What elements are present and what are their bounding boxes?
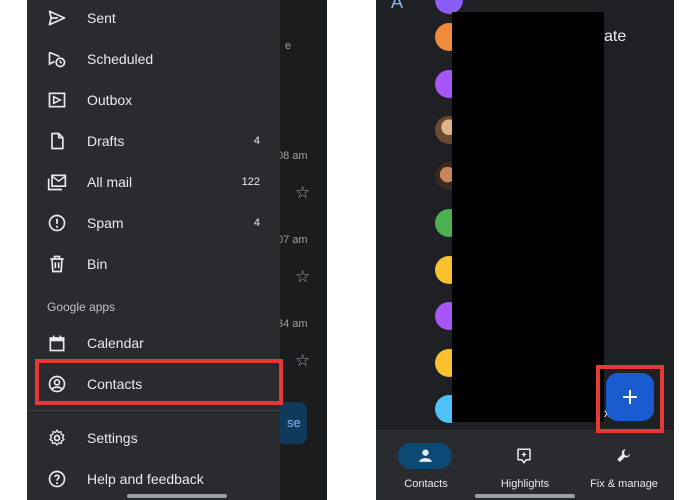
- drawer-item-label: Drafts: [87, 133, 125, 149]
- redacted-overlay: [452, 12, 604, 422]
- drawer-item-label: Settings: [87, 430, 138, 446]
- drawer-item-settings[interactable]: Settings: [27, 420, 280, 456]
- draft-icon: [51, 132, 64, 150]
- outbox-icon: [48, 92, 66, 108]
- nav-tab-highlights[interactable]: Highlights: [475, 430, 575, 500]
- navigation-drawer: Sent Scheduled Outbox Drafts 4 All mail …: [27, 0, 280, 500]
- drawer-item-outbox[interactable]: Outbox: [27, 82, 280, 118]
- send-icon: [48, 10, 66, 26]
- drawer-item-calendar[interactable]: Calendar: [27, 325, 280, 361]
- mail-fragment: e: [285, 40, 292, 52]
- drawer-item-label: Sent: [87, 10, 116, 26]
- drawer-item-label: Calendar: [87, 335, 144, 351]
- drawer-item-count: 4: [253, 217, 260, 229]
- nav-tab-contacts[interactable]: Contacts: [376, 430, 476, 500]
- contact-name-fragment: ate: [604, 28, 627, 45]
- highlight-box-contacts: [35, 359, 283, 405]
- highlights-icon: [517, 448, 531, 464]
- drawer-item-spam[interactable]: Spam 4: [27, 205, 280, 241]
- star-icon[interactable]: ☆: [295, 183, 310, 203]
- spam-icon: [48, 214, 66, 232]
- highlight-box-fab: [596, 365, 664, 433]
- mail-time: 08 am: [277, 150, 308, 162]
- calendar-icon: [49, 335, 65, 352]
- trash-icon: [50, 255, 64, 273]
- drawer-item-label: Outbox: [87, 92, 133, 108]
- mail-time: 07 am: [277, 234, 308, 246]
- drawer-item-label: All mail: [87, 174, 133, 190]
- mail-time: 34 am: [277, 318, 308, 330]
- drawer-item-drafts[interactable]: Drafts 4: [27, 123, 280, 159]
- nav-tab-label: Contacts: [404, 478, 448, 490]
- wrench-icon: [617, 449, 630, 462]
- drawer-item-scheduled[interactable]: Scheduled: [27, 41, 280, 77]
- home-indicator: [475, 494, 575, 498]
- drawer-item-bin[interactable]: Bin: [27, 246, 280, 282]
- compose-button-partial[interactable]: se: [277, 402, 307, 444]
- drawer-item-label: Bin: [87, 256, 108, 272]
- home-indicator: [127, 494, 227, 498]
- drawer-item-label: Help and feedback: [87, 471, 204, 487]
- bottom-navigation: Contacts Highlights Fix & manage: [376, 430, 674, 500]
- section-label-google-apps: Google apps: [47, 300, 116, 314]
- star-icon[interactable]: ☆: [295, 267, 310, 287]
- divider: [27, 410, 280, 411]
- drawer-item-sent[interactable]: Sent: [27, 0, 280, 36]
- settings-gear-icon: [49, 429, 65, 446]
- star-icon[interactable]: ☆: [295, 351, 310, 371]
- drawer-item-help[interactable]: Help and feedback: [27, 461, 280, 497]
- nav-tab-label: Fix & manage: [590, 478, 658, 490]
- nav-tab-fix-manage[interactable]: Fix & manage: [574, 430, 674, 500]
- drawer-item-label: Scheduled: [87, 51, 154, 67]
- scheduled-send-icon: [48, 51, 66, 68]
- drawer-item-all-mail[interactable]: All mail 122: [27, 164, 280, 200]
- person-icon: [419, 449, 432, 462]
- gmail-phone-screen: 08 am 07 am 34 am e pr ☆ ☆ ☆ se Sent Sch…: [27, 0, 327, 500]
- all-mail-icon: [47, 174, 67, 191]
- help-icon: [48, 470, 66, 488]
- drawer-item-label: Spam: [87, 215, 124, 231]
- drawer-item-count: 122: [241, 176, 260, 188]
- nav-tab-label: Highlights: [500, 478, 550, 490]
- section-letter: A: [391, 0, 404, 12]
- drawer-item-count: 4: [253, 135, 260, 147]
